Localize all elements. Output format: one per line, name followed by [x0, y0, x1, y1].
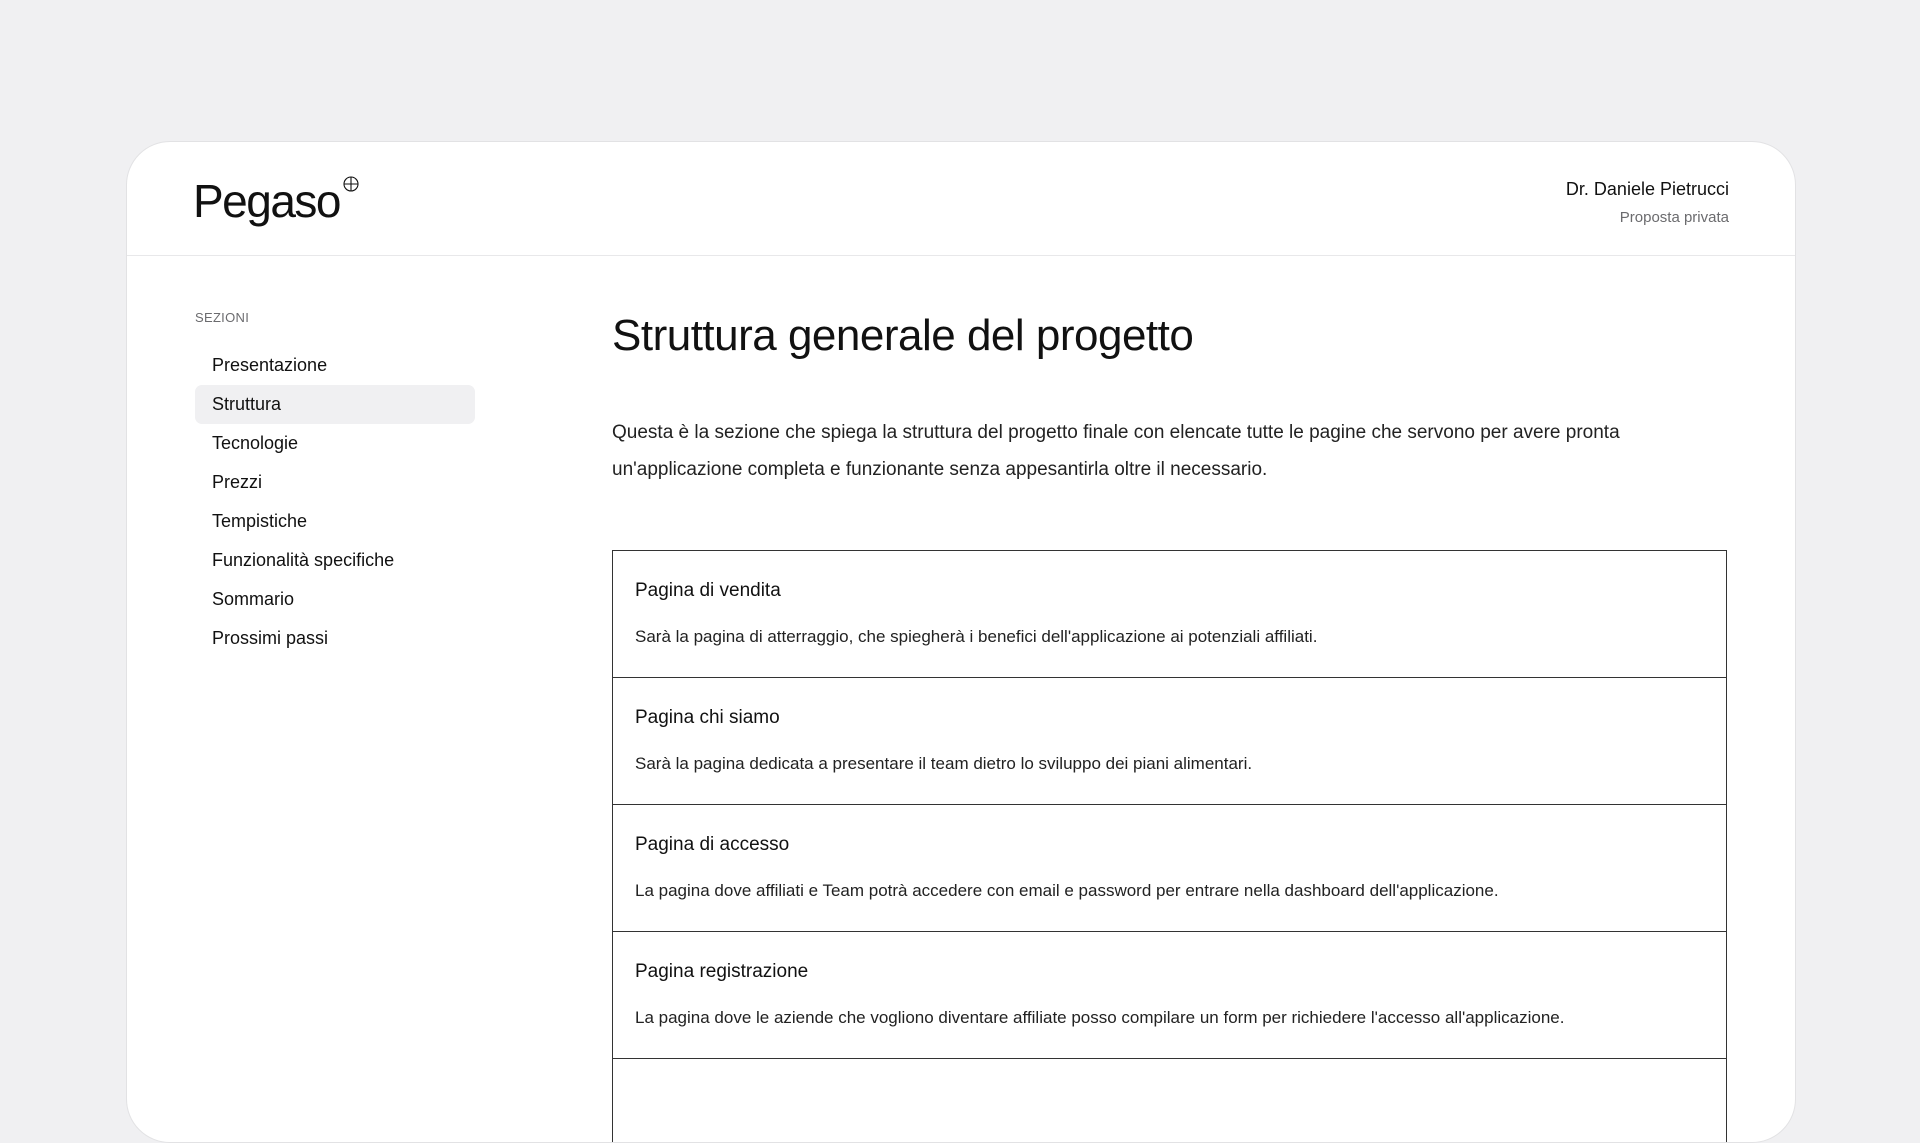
circle-plus-icon: [343, 176, 359, 192]
pages-list: Pagina di vendita Sarà la pagina di atte…: [612, 550, 1727, 1142]
sidebar-item-sommario[interactable]: Sommario: [195, 580, 475, 619]
logo-text: Pegaso: [193, 175, 342, 227]
main-content: Struttura generale del progetto Questa è…: [612, 310, 1728, 1142]
sidebar-item-funzionalita-specifiche[interactable]: Funzionalità specifiche: [195, 541, 475, 580]
logo[interactable]: Pegaso: [193, 174, 359, 228]
user-subtitle: Proposta privata: [1619, 209, 1729, 226]
header: Pegaso Dr. Daniele Pietrucci Proposta pr…: [127, 142, 1795, 256]
sidebar-item-prossimi-passi[interactable]: Prossimi passi: [195, 619, 475, 658]
list-item-title: Pagina registrazione: [635, 961, 809, 982]
list-item: Pagina di accesso La pagina dove affilia…: [613, 805, 1726, 932]
list-item-description: La pagina dove affiliati e Team potrà ac…: [635, 881, 1499, 900]
sidebar-item-struttura[interactable]: Struttura: [195, 385, 475, 424]
user-name: Dr. Daniele Pietrucci: [1565, 179, 1729, 199]
sidebar-item-tecnologie[interactable]: Tecnologie: [195, 424, 475, 463]
page-title: Struttura generale del progetto: [612, 311, 1194, 360]
list-item-title: Pagina di vendita: [635, 580, 781, 601]
sidebar-nav: SEZIONI Presentazione Struttura Tecnolog…: [195, 310, 475, 658]
list-item-description: Sarà la pagina di atterraggio, che spieg…: [635, 627, 1318, 646]
list-item: Pagina registrazione La pagina dove le a…: [613, 932, 1726, 1059]
list-item-description: Sarà la pagina dedicata a presentare il …: [635, 754, 1253, 773]
list-item-description: La pagina dove le aziende che vogliono d…: [635, 1008, 1565, 1027]
intro-paragraph: Questa è la sezione che spiega la strutt…: [612, 422, 1620, 480]
sidebar-item-tempistiche[interactable]: Tempistiche: [195, 502, 475, 541]
sidebar-item-prezzi[interactable]: Prezzi: [195, 463, 475, 502]
list-item: Pagina chi siamo Sarà la pagina dedicata…: [613, 678, 1726, 805]
sidebar-heading: SEZIONI: [195, 310, 250, 325]
list-item-title: Pagina chi siamo: [635, 707, 780, 728]
list-item-title: Pagina di accesso: [635, 834, 790, 855]
sidebar-item-presentazione[interactable]: Presentazione: [195, 346, 475, 385]
list-item: Pagina di vendita Sarà la pagina di atte…: [613, 551, 1726, 678]
list-item: [613, 1059, 1726, 1142]
user-info: Dr. Daniele Pietrucci Proposta privata: [1566, 178, 1729, 227]
document-card: Pegaso Dr. Daniele Pietrucci Proposta pr…: [126, 141, 1796, 1143]
